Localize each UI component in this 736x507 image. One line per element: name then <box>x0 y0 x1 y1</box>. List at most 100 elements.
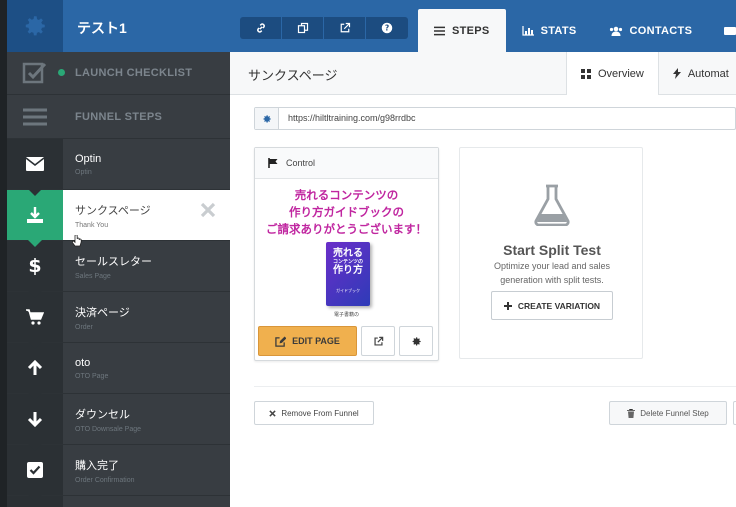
sidebar-step-downsell[interactable]: ダウンセル OTO Downsale Page <box>7 393 230 451</box>
dollar-icon: $ <box>28 255 42 277</box>
step-connector <box>28 444 42 451</box>
sidebar-step-oto[interactable]: oto OTO Page <box>7 342 230 400</box>
link-button[interactable] <box>240 17 282 39</box>
tab-steps[interactable]: STEPS <box>418 9 506 52</box>
step-title: 決済ページ <box>75 306 130 319</box>
window-edge <box>0 0 7 507</box>
svg-text:?: ? <box>385 24 389 33</box>
download-icon <box>27 207 43 223</box>
main-panel: サンクスページ Overview Automat https://hiltltr… <box>230 52 736 507</box>
tab-automation[interactable]: Automat <box>657 52 736 95</box>
hand-cursor-icon <box>72 235 82 247</box>
help-button[interactable]: ? <box>366 17 408 39</box>
tab-overview[interactable]: Overview <box>566 52 658 96</box>
arrow-down-icon <box>27 412 43 427</box>
checklist-icon-box <box>7 52 65 94</box>
step-connector <box>28 495 42 502</box>
checklist-icon <box>22 62 47 84</box>
funnel-steps-label: FUNNEL STEPS <box>75 110 163 123</box>
step-icon-box <box>7 343 63 400</box>
step-icon-box <box>7 445 63 502</box>
preview-page-button[interactable] <box>361 326 395 356</box>
step-subtitle: Order <box>75 323 93 331</box>
close-icon <box>269 409 276 417</box>
step-subtitle: Thank You <box>75 221 109 229</box>
gear-icon <box>25 16 45 36</box>
sidebar-step-optin[interactable]: Optin Optin <box>7 138 230 196</box>
url-settings-button[interactable] <box>255 108 279 129</box>
page-url[interactable]: https://hiltltraining.com/g98rrdbc <box>279 108 416 129</box>
tab-steps-label: STEPS <box>452 24 490 37</box>
sidebar-step-sales-letter[interactable]: $ セールスレター Sales Page <box>7 240 230 298</box>
step-label-box <box>63 496 230 507</box>
step-title: Optin <box>75 152 102 165</box>
tab-stats-label: STATS <box>540 24 577 37</box>
link-icon <box>256 23 265 33</box>
sidebar-step-order[interactable]: 決済ページ Order <box>7 291 230 349</box>
funnel-steps-label-box: FUNNEL STEPS <box>63 95 230 138</box>
page-preview-thumbnail[interactable]: 売れるコンテンツの 作り方ガイドブックの ご請求ありがとうございます！ 売れる … <box>256 180 437 323</box>
plus-icon <box>503 301 512 310</box>
tab-sales[interactable]: SA <box>708 9 736 52</box>
step-title: セールスレター <box>75 255 152 268</box>
tab-overview-label: Overview <box>598 68 644 80</box>
step-label-box: Optin Optin <box>63 139 230 189</box>
remove-from-funnel-label: Remove From Funnel <box>281 408 359 418</box>
funnel-steps-header: FUNNEL STEPS <box>7 94 230 138</box>
flag-icon <box>268 158 278 168</box>
copy-button[interactable] <box>282 17 324 39</box>
page-url-bar[interactable]: https://hiltltraining.com/g98rrdbc <box>254 107 736 130</box>
step-label-box: 決済ページ Order <box>63 292 230 342</box>
grid-icon <box>581 69 591 79</box>
step-title: oto <box>75 356 91 369</box>
page-settings-button[interactable] <box>399 326 433 356</box>
ebook-title-line: 作り方 <box>333 265 363 276</box>
list-icon <box>434 26 445 35</box>
tab-stats[interactable]: STATS <box>506 9 593 52</box>
page-title: サンクスページ <box>248 68 338 83</box>
step-label-box: oto OTO Page <box>63 343 230 393</box>
settings-logo[interactable] <box>7 0 63 52</box>
create-variation-label: CREATE VARIATION <box>517 300 601 311</box>
step-icon-box: $ <box>7 241 63 298</box>
preview-line: 作り方ガイドブックの <box>289 207 404 219</box>
step-connector <box>28 291 42 298</box>
envelope-icon <box>26 157 44 171</box>
edit-icon <box>275 335 287 347</box>
tab-contacts[interactable]: CONTACTS <box>593 9 709 52</box>
step-connector <box>28 342 42 349</box>
preview-caption: 電子書籍の <box>333 312 359 318</box>
external-link-icon <box>373 336 383 346</box>
tab-automation-label: Automat <box>687 67 729 80</box>
step-icon-box <box>7 190 63 247</box>
launch-checklist-label-box: LAUNCH CHECKLIST <box>63 52 230 94</box>
ebook-title-line: 売れる <box>333 248 363 259</box>
sidebar-step-thank-you[interactable]: サンクスページ Thank You <box>7 189 230 247</box>
check-icon <box>27 462 43 478</box>
remove-from-funnel-button[interactable]: Remove From Funnel <box>254 401 374 425</box>
launch-checklist-label: LAUNCH CHECKLIST <box>75 67 193 79</box>
sidebar-item-launch-checklist[interactable]: LAUNCH CHECKLIST <box>7 52 230 94</box>
funnel-toolbar: ? <box>240 17 408 39</box>
step-icon-box <box>7 394 63 451</box>
step-label-box: ダウンセル OTO Downsale Page <box>63 394 230 444</box>
funnel-title: テスト1 <box>77 20 127 36</box>
split-test-description: Optimize your lead and sales generation … <box>493 261 611 285</box>
create-variation-button[interactable]: CREATE VARIATION <box>491 291 613 320</box>
edit-page-button[interactable]: EDIT PAGE <box>258 326 357 356</box>
flask-icon <box>534 184 570 226</box>
control-variant-card: Control 売れるコンテンツの 作り方ガイドブックの ご請求ありがとうござい… <box>254 147 439 361</box>
bolt-icon <box>672 68 681 79</box>
step-label-box: セールスレター Sales Page <box>63 241 230 291</box>
control-card-actions: EDIT PAGE <box>258 326 433 356</box>
hamburger-icon <box>23 108 47 125</box>
sidebar: LAUNCH CHECKLIST FUNNEL STEPS Optin Opti… <box>7 52 230 507</box>
sidebar-step-confirmation[interactable]: 購入完了 Order Confirmation <box>7 444 230 502</box>
step-connector <box>28 189 42 196</box>
delete-funnel-step-button[interactable]: Delete Funnel Step <box>609 401 727 425</box>
main-nav: STEPS STATS CONTACTS SA <box>418 9 736 52</box>
top-bar: テスト1 ? STEPS STATS CONTACTS <box>7 0 736 52</box>
external-link-button[interactable] <box>324 17 366 39</box>
remove-step-icon[interactable] <box>200 202 216 218</box>
edit-page-label: EDIT PAGE <box>292 336 340 346</box>
